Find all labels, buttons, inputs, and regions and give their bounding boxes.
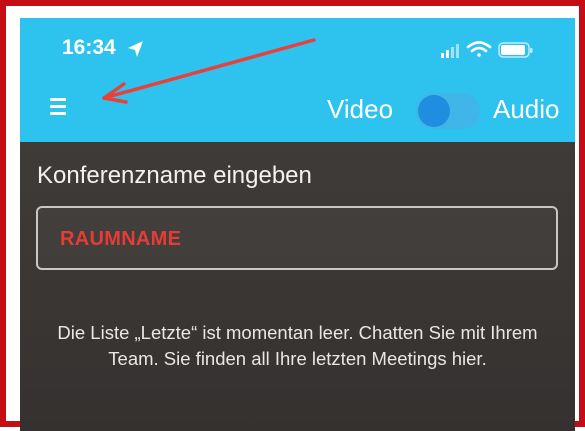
location-arrow-icon: [128, 41, 143, 57]
battery-icon: [498, 42, 533, 58]
mode-video-label[interactable]: Video: [327, 94, 393, 125]
cellular-signal-icon: [441, 44, 459, 58]
video-audio-toggle[interactable]: [416, 93, 480, 129]
phone-screen: 16:34 Video Audio Konferenzname eingeben…: [20, 18, 575, 431]
toggle-knob: [418, 95, 450, 127]
recent-empty-message: Die Liste „Letzte“ ist momentan leer. Ch…: [57, 322, 538, 369]
conference-name-label: Konferenzname eingeben: [37, 162, 312, 189]
app-header: 16:34 Video Audio: [20, 18, 575, 142]
screenshot-frame: 16:34 Video Audio Konferenzname eingeben…: [0, 0, 585, 431]
conference-name-input[interactable]: RAUMNAME: [36, 206, 558, 270]
conference-name-value: RAUMNAME: [60, 228, 182, 250]
main-content: Konferenzname eingeben RAUMNAME Die List…: [20, 142, 575, 431]
menu-button[interactable]: [36, 86, 80, 130]
mode-audio-label[interactable]: Audio: [493, 94, 560, 125]
wifi-icon: [466, 41, 492, 57]
status-time: 16:34: [62, 36, 116, 59]
status-icons: [441, 41, 533, 58]
